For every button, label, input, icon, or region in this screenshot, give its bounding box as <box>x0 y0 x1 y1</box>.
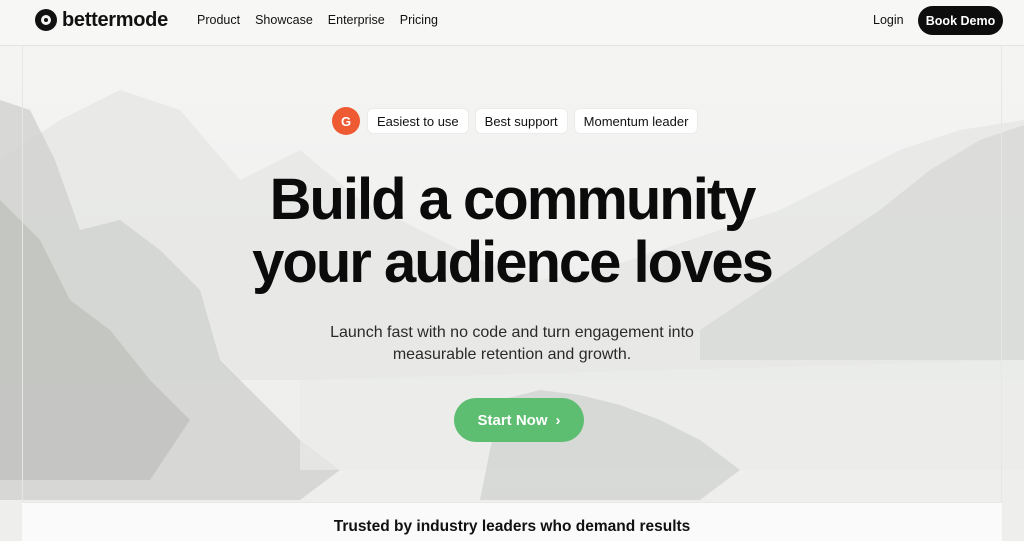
nav-link-pricing[interactable]: Pricing <box>400 13 438 27</box>
nav-link-showcase[interactable]: Showcase <box>255 13 313 27</box>
badge-momentum-leader: Momentum leader <box>574 109 698 133</box>
badge-best-support: Best support <box>475 109 567 133</box>
top-navigation: bettermode Product Showcase Enterprise P… <box>0 0 1024 46</box>
nav-link-enterprise[interactable]: Enterprise <box>328 13 385 27</box>
hero-subtext-line-1: Launch fast with no code and turn engage… <box>330 324 694 341</box>
hero-headline-line-1: Build a community <box>269 167 757 232</box>
login-link[interactable]: Login <box>873 13 904 27</box>
book-demo-button[interactable]: Book Demo <box>918 6 1003 35</box>
bettermode-logo-icon <box>35 9 57 31</box>
brand-name: bettermode <box>62 8 168 31</box>
hero-subtext-line-2: measurable retention and growth. <box>392 346 632 363</box>
award-badges: G Easiest to use Best support Momentum l… <box>332 107 698 135</box>
nav-link-product[interactable]: Product <box>197 13 240 27</box>
start-now-button[interactable]: Start Now › <box>454 398 584 442</box>
g2-logo-icon: G <box>332 107 360 135</box>
badge-easiest-to-use: Easiest to use <box>368 109 468 133</box>
start-now-label: Start Now <box>477 411 548 429</box>
hero-subtext: Launch fast with no code and turn engage… <box>0 322 1024 366</box>
nav-links: Product Showcase Enterprise Pricing <box>197 13 438 27</box>
brand-logo[interactable]: bettermode <box>35 8 168 32</box>
chevron-right-icon: › <box>555 411 561 429</box>
hero-headline-line-2: your audience loves <box>252 230 774 295</box>
trusted-heading: Trusted by industry leaders who demand r… <box>333 518 691 535</box>
hero-headline: Build a community your audience loves <box>0 168 1024 294</box>
